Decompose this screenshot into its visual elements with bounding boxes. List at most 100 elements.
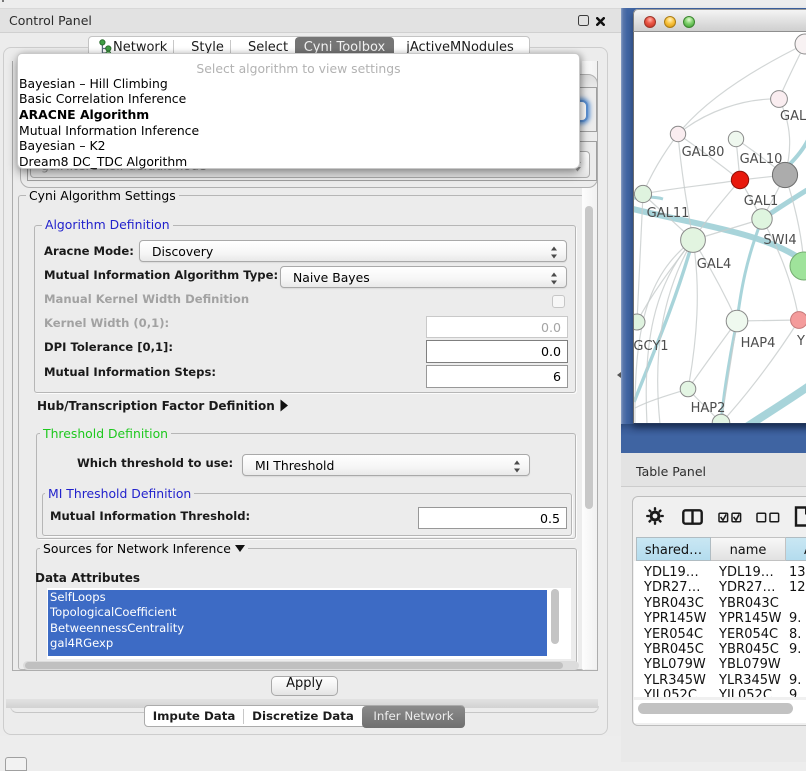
graph-node[interactable] <box>728 131 743 146</box>
mi-steps-field[interactable]: 6 <box>426 365 568 388</box>
docked-panel-icon[interactable] <box>5 757 27 771</box>
graph-node[interactable] <box>731 171 748 188</box>
dropdown-item[interactable]: Mutual Information Inference <box>19 123 199 138</box>
sources-label[interactable]: Sources for Network Inference <box>40 542 248 555</box>
graph-edge <box>643 180 740 194</box>
expand-arrow-icon[interactable] <box>279 399 289 412</box>
graph-node-label: GCY1 <box>634 339 669 354</box>
column-header-shared-name[interactable]: shared… <box>636 537 711 561</box>
which-threshold-combo[interactable]: MI Threshold <box>242 454 530 476</box>
table-row[interactable]: YBR045CYBR045C9. <box>634 642 806 657</box>
table-cell: YPR145W <box>644 611 706 626</box>
dropdown-item[interactable]: Bayesian – K2 <box>19 138 105 153</box>
kernel-width-field[interactable]: 0.0 <box>426 316 568 338</box>
manual-kernel-width-checkbox[interactable] <box>552 295 565 308</box>
table-cell: YER054C <box>719 627 781 642</box>
graph-node[interactable] <box>791 312 806 329</box>
graph-node[interactable] <box>681 228 706 253</box>
table-cell: YDR27… <box>719 580 781 595</box>
collapse-arrow-icon[interactable] <box>235 545 245 552</box>
table-cell: YDL19… <box>644 565 706 580</box>
aracne-mode-combo[interactable]: Discovery <box>139 240 567 262</box>
hub-definition-label[interactable]: Hub/Transcription Factor Definition <box>37 400 275 413</box>
graph-edge <box>635 389 688 408</box>
attribute-item[interactable]: BetweennessCentrality <box>50 621 184 635</box>
tab-infer-network[interactable]: Infer Network <box>362 706 465 728</box>
zoom-traffic-light[interactable] <box>683 16 695 28</box>
graph-node[interactable] <box>680 381 696 397</box>
table-hscrollbar-thumb[interactable] <box>638 703 793 714</box>
attribute-item[interactable]: SelfLoops <box>50 590 106 604</box>
split-view-icon[interactable] <box>682 509 703 525</box>
graph-node[interactable] <box>795 34 806 54</box>
list-vscrollbar-thumb[interactable] <box>551 589 560 644</box>
which-threshold-label: Which threshold to use: <box>77 457 233 470</box>
graph-edge <box>739 386 806 424</box>
apply-button[interactable]: Apply <box>271 676 338 696</box>
graph-node-label: SWI4 <box>763 233 796 248</box>
graph-node[interactable] <box>726 310 748 332</box>
mi-threshold-field[interactable]: 0.5 <box>418 507 567 529</box>
aracne-mode-label: Aracne Mode: <box>44 245 134 258</box>
column-header-third[interactable]: A <box>786 537 806 561</box>
graph-node[interactable] <box>772 162 797 187</box>
dropdown-item[interactable]: ARACNE Algorithm <box>19 107 149 122</box>
gear-icon[interactable] <box>646 507 664 525</box>
viewport-hscrollbar[interactable] <box>23 661 579 670</box>
control-panel-titlebar[interactable]: Control Panel <box>0 8 621 33</box>
dropdown-item[interactable]: Bayesian – Hill Climbing <box>19 76 168 91</box>
graph-edge <box>788 140 806 166</box>
attribute-item[interactable]: TopologicalCoefficient <box>50 605 176 619</box>
viewport-vscrollbar-thumb[interactable] <box>585 206 594 509</box>
table-cell: YIL052C <box>644 688 706 697</box>
column-header-name[interactable]: name <box>711 537 786 561</box>
close-icon[interactable] <box>596 17 606 27</box>
dpi-tolerance-field[interactable]: 0.0 <box>426 340 568 363</box>
checked-columns-icon[interactable] <box>718 512 743 523</box>
graph-node[interactable] <box>634 314 645 330</box>
data-attributes-list[interactable]: SelfLoopsTopologicalCoefficient Betweenne… <box>47 588 571 659</box>
table-hscrollbar[interactable] <box>634 700 806 723</box>
table-row[interactable]: YBL079WYBL079W <box>634 657 806 672</box>
table-row[interactable]: YDL19…YDL19…13 <box>634 565 806 580</box>
node-table-body[interactable]: YDL19…YDL19…13YDR27…YDR27…12YBR043CYBR04… <box>634 561 806 697</box>
table-cell: YLR345W <box>719 673 781 688</box>
network-window-titlebar[interactable] <box>633 9 806 32</box>
float-window-icon[interactable] <box>578 15 589 26</box>
table-row[interactable]: YDR27…YDR27…12 <box>634 580 806 595</box>
algorithm-dropdown-popup: Select algorithm to view settings Bayesi… <box>17 53 580 169</box>
table-row[interactable]: YLR345WYLR345W9. <box>634 673 806 688</box>
table-cell: YDL19… <box>719 565 781 580</box>
network-canvas[interactable]: GALGAL80GAL10GAL1GAL11SWI4GAL4GCY1HAP4YH… <box>633 32 806 424</box>
document-icon[interactable] <box>794 506 806 527</box>
graph-node[interactable] <box>634 185 651 202</box>
graph-edge <box>693 240 737 321</box>
table-row[interactable]: YPR145WYPR145W9. <box>634 611 806 626</box>
tab-discretize-data[interactable]: Discretize Data <box>244 706 362 728</box>
graph-node[interactable] <box>752 209 772 229</box>
minimize-traffic-light[interactable] <box>664 16 676 28</box>
graph-node-label: GAL1 <box>744 194 778 209</box>
graph-node-label: GAL80 <box>682 145 725 160</box>
close-traffic-light[interactable] <box>644 16 656 28</box>
mi-algorithm-type-combo[interactable]: Naive Bayes <box>280 266 567 288</box>
mi-threshold-label: Mutual Information Threshold: <box>50 510 250 523</box>
attribute-item[interactable]: gal4RGexp <box>50 636 113 650</box>
dropdown-item[interactable]: Basic Correlation Inference <box>19 91 186 106</box>
algorithm-definition-label: Algorithm Definition <box>42 218 173 231</box>
table-row[interactable]: YIL052CYIL052C9. <box>634 688 806 697</box>
unchecked-columns-icon[interactable] <box>756 512 781 523</box>
graph-node-label: GAL <box>780 109 806 124</box>
table-cell: YBR045C <box>644 642 706 657</box>
dropdown-item[interactable]: Dream8 DC_TDC Algorithm <box>19 154 187 169</box>
viewport-hscrollbar-thumb[interactable] <box>25 662 563 669</box>
tab-impute-data[interactable]: Impute Data <box>145 706 243 728</box>
split-divider-arrow-icon[interactable] <box>617 372 621 378</box>
graph-node[interactable] <box>670 126 685 141</box>
mi-algorithm-type-label: Mutual Information Algorithm Type: <box>44 269 278 282</box>
table-row[interactable]: YBR043CYBR043C <box>634 596 806 611</box>
table-cell: YPR145W <box>719 611 781 626</box>
table-row[interactable]: YER054CYER054C8. <box>634 627 806 642</box>
table-cell <box>789 596 806 611</box>
graph-node[interactable] <box>771 91 788 108</box>
